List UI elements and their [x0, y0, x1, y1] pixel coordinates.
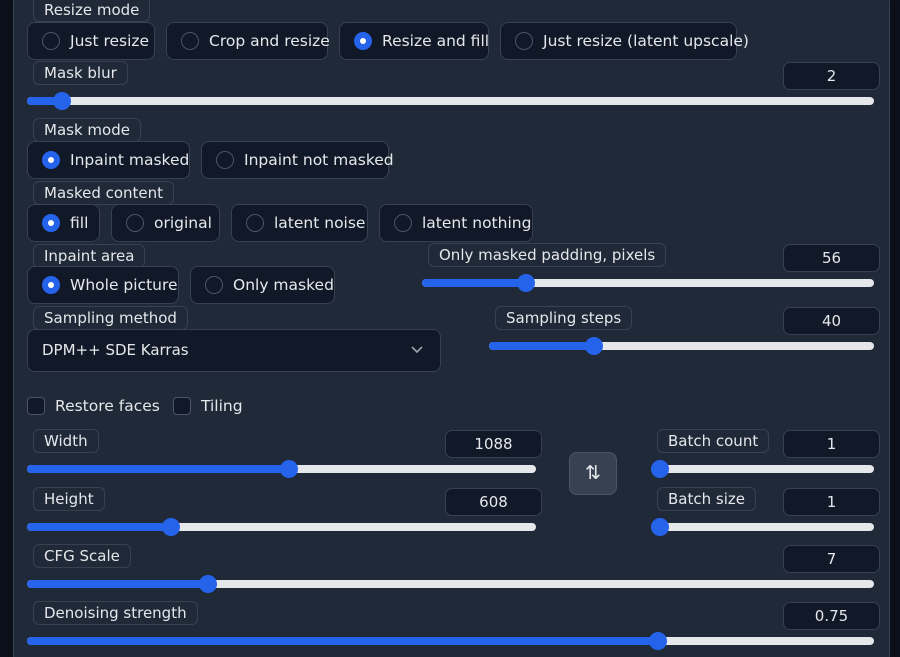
swap-dimensions-button[interactable]: ⇅ — [569, 452, 617, 495]
mask-blur-label: Mask blur — [33, 61, 128, 85]
radio-indicator — [42, 32, 60, 50]
radio-indicator — [205, 276, 223, 294]
sampling-method-label: Sampling method — [33, 306, 188, 330]
resize-mode-label: Resize mode — [33, 0, 151, 22]
mask-blur-input[interactable]: 2 — [783, 62, 880, 90]
radio-whole-picture[interactable]: Whole picture — [27, 266, 179, 304]
batch-count-slider[interactable] — [651, 460, 874, 478]
only-masked-padding-label: Only masked padding, pixels — [428, 243, 667, 267]
batch-size-input[interactable]: 1 — [783, 488, 880, 516]
cfg-scale-slider[interactable] — [27, 575, 874, 593]
sampling-steps-input[interactable]: 40 — [783, 307, 880, 335]
masked-content-label: Masked content — [33, 181, 175, 205]
height-label: Height — [33, 487, 105, 511]
sampling-steps-slider[interactable] — [489, 337, 874, 355]
radio-indicator — [246, 214, 264, 232]
radio-indicator — [126, 214, 144, 232]
radio-latent-noise[interactable]: latent noise — [231, 204, 368, 242]
slider-fill — [489, 342, 595, 350]
checkbox-box — [27, 397, 45, 415]
slider-thumb[interactable] — [198, 575, 217, 593]
cfg-scale-input[interactable]: 7 — [783, 545, 880, 573]
radio-indicator — [42, 276, 60, 294]
mask-mode-label: Mask mode — [33, 118, 141, 142]
slider-fill — [27, 465, 290, 473]
cfg-scale-label: CFG Scale — [33, 544, 131, 568]
batch-count-label: Batch count — [657, 429, 770, 453]
slider-fill — [27, 580, 208, 588]
slider-fill — [27, 523, 171, 531]
slider-thumb[interactable] — [651, 518, 669, 536]
radio-original[interactable]: original — [111, 204, 220, 242]
radio-only-masked[interactable]: Only masked — [190, 266, 335, 304]
width-input[interactable]: 1088 — [445, 430, 542, 458]
width-slider[interactable] — [27, 460, 536, 478]
slider-fill — [27, 637, 658, 645]
radio-inpaint-masked[interactable]: Inpaint masked — [27, 141, 190, 179]
radio-indicator — [515, 32, 533, 50]
batch-size-slider[interactable] — [651, 518, 874, 536]
radio-just-resize[interactable]: Just resize — [27, 22, 155, 60]
radio-inpaint-not-masked[interactable]: Inpaint not masked — [201, 141, 394, 179]
radio-resize-and-fill[interactable]: Resize and fill — [339, 22, 489, 60]
radio-fill[interactable]: fill — [27, 204, 100, 242]
height-slider[interactable] — [27, 518, 536, 536]
slider-thumb[interactable] — [585, 337, 604, 355]
only-masked-padding-input[interactable]: 56 — [783, 244, 880, 272]
sampling-method-dropdown[interactable]: DPM++ SDE Karras — [27, 329, 441, 372]
denoising-strength-input[interactable]: 0.75 — [783, 602, 880, 630]
sampling-method-value: DPM++ SDE Karras — [42, 341, 189, 359]
radio-indicator — [181, 32, 199, 50]
slider-thumb[interactable] — [651, 460, 669, 478]
slider-thumb[interactable] — [516, 274, 535, 292]
slider-fill — [422, 279, 526, 287]
radio-indicator — [42, 214, 60, 232]
mask-blur-slider[interactable] — [27, 92, 874, 110]
swap-vertical-icon: ⇅ — [585, 462, 601, 484]
batch-count-input[interactable]: 1 — [783, 430, 880, 458]
radio-indicator — [216, 151, 234, 169]
denoising-strength-label: Denoising strength — [33, 601, 198, 625]
restore-faces-checkbox[interactable]: Restore faces — [27, 397, 160, 415]
width-label: Width — [33, 429, 99, 453]
radio-indicator — [42, 151, 60, 169]
radio-crop-and-resize[interactable]: Crop and resize — [166, 22, 330, 60]
slider-thumb[interactable] — [161, 518, 180, 536]
slider-thumb[interactable] — [648, 632, 667, 650]
radio-just-resize-latent-upscale[interactable]: Just resize (latent upscale) — [500, 22, 749, 60]
radio-indicator — [394, 214, 412, 232]
checkbox-box — [173, 397, 191, 415]
denoising-strength-slider[interactable] — [27, 632, 874, 650]
only-masked-padding-slider[interactable] — [422, 274, 874, 292]
inpaint-area-label: Inpaint area — [33, 244, 146, 268]
sampling-steps-label: Sampling steps — [495, 306, 633, 330]
slider-thumb[interactable] — [52, 92, 71, 110]
radio-indicator — [354, 32, 372, 50]
height-input[interactable]: 608 — [445, 488, 542, 516]
radio-latent-nothing[interactable]: latent nothing — [379, 204, 533, 242]
chevron-down-icon — [410, 330, 424, 388]
tiling-checkbox[interactable]: Tiling — [173, 397, 243, 415]
batch-size-label: Batch size — [657, 487, 756, 511]
